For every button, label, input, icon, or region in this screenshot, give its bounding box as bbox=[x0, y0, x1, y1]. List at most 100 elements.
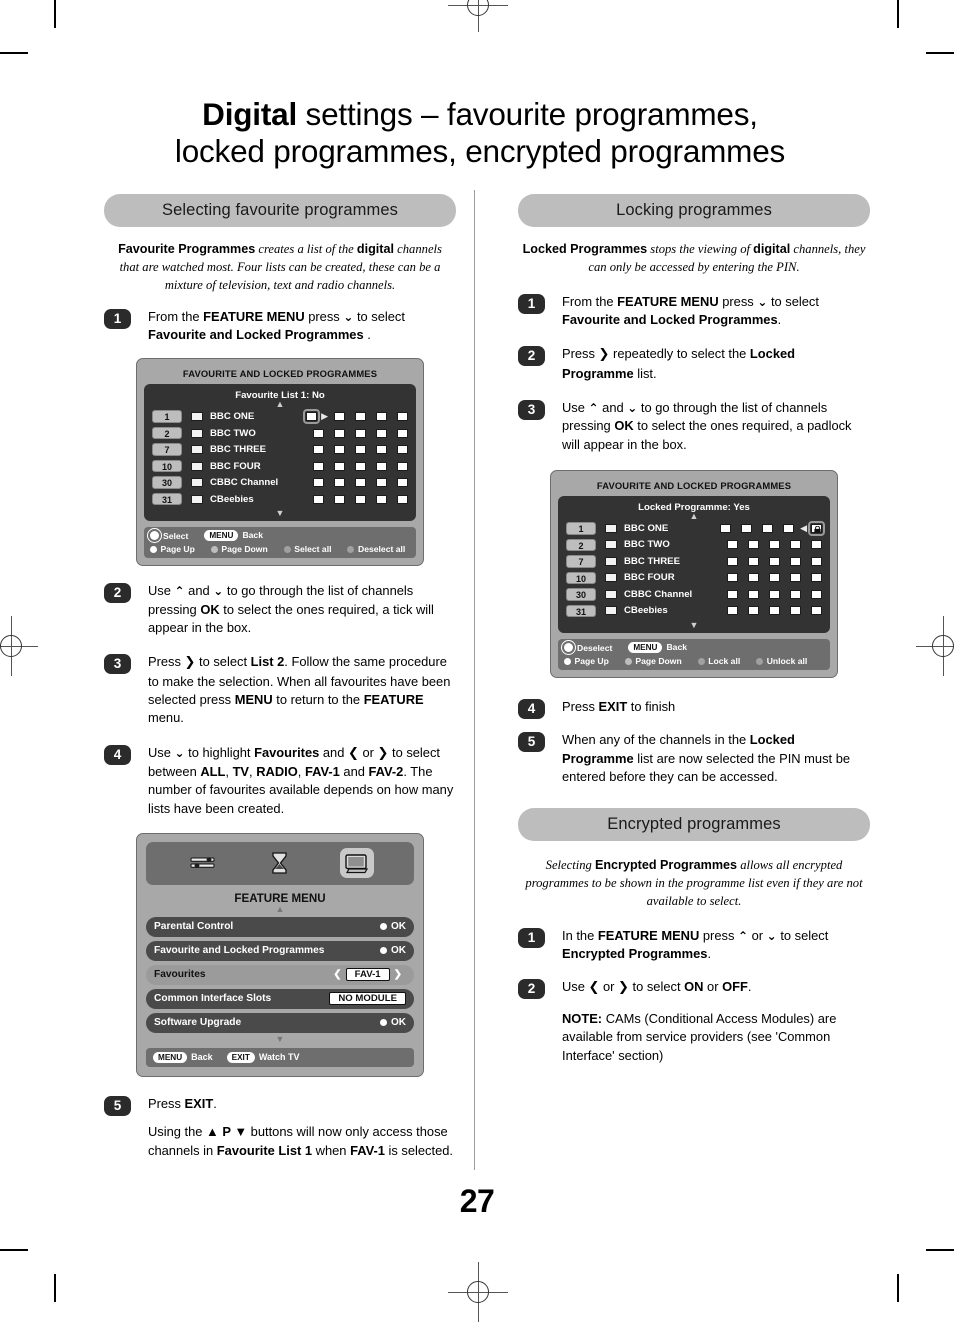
checkbox-list-1-selected[interactable] bbox=[303, 409, 321, 424]
locked-list-checkboxes[interactable] bbox=[727, 606, 822, 616]
checkbox-list-4[interactable] bbox=[790, 573, 801, 583]
footer-page-up[interactable]: Page Up bbox=[564, 656, 609, 666]
footer-menu-action[interactable]: MENU Back bbox=[628, 642, 687, 654]
table-row[interactable]: 10 BBC FOUR bbox=[152, 458, 408, 475]
checkbox-list-3[interactable] bbox=[355, 412, 366, 421]
checkbox-list-3[interactable] bbox=[769, 606, 780, 616]
checkbox-list-2[interactable] bbox=[748, 556, 759, 566]
checkbox-list-2[interactable] bbox=[741, 523, 753, 533]
checkbox-list-2[interactable] bbox=[334, 478, 345, 487]
checkbox-list-3[interactable] bbox=[355, 494, 366, 504]
favourite-list-checkboxes[interactable]: ▶ bbox=[303, 409, 408, 424]
checkbox-list-4[interactable] bbox=[376, 412, 387, 421]
checkbox-list-3[interactable] bbox=[355, 478, 366, 487]
footer-action-2[interactable]: Unlock all bbox=[756, 656, 807, 666]
checkbox-list-5[interactable] bbox=[811, 606, 822, 616]
favourite-list-checkboxes[interactable] bbox=[313, 461, 408, 471]
table-row[interactable]: 30 CBBC Channel bbox=[152, 474, 408, 491]
menu-item-value[interactable]: ❮ FAV-1 ❯ bbox=[329, 968, 406, 982]
footer-select-action[interactable]: Select bbox=[150, 530, 188, 541]
checkbox-list-4[interactable] bbox=[376, 445, 387, 454]
sliders-icon[interactable] bbox=[186, 848, 220, 878]
table-row[interactable]: 10 BBC FOUR bbox=[566, 570, 822, 587]
television-icon[interactable] bbox=[340, 848, 375, 879]
checkbox-list-3[interactable] bbox=[769, 556, 780, 566]
checkbox-list-3[interactable] bbox=[769, 589, 780, 599]
locked-list-checkboxes[interactable] bbox=[727, 589, 822, 599]
checkbox-list-2[interactable] bbox=[748, 589, 759, 599]
footer-action-1[interactable]: Lock all bbox=[697, 656, 740, 666]
checkbox-list-2[interactable] bbox=[334, 428, 345, 438]
checkbox-list-4[interactable] bbox=[376, 478, 387, 487]
checkbox-list-1[interactable] bbox=[727, 556, 738, 566]
checkbox-list-2[interactable] bbox=[334, 494, 345, 504]
menu-item-common-interface-slots[interactable]: Common Interface Slots NO MODULE bbox=[146, 988, 414, 1009]
table-row[interactable]: 2 BBC TWO bbox=[566, 537, 822, 554]
checkbox-list-5[interactable] bbox=[397, 412, 408, 421]
checkbox-list-1[interactable] bbox=[313, 461, 324, 471]
checkbox-list-5[interactable] bbox=[397, 478, 408, 487]
checkbox-list-2[interactable] bbox=[334, 445, 345, 454]
footer-menu-action[interactable]: MENU Back bbox=[204, 530, 263, 542]
checkbox-list-4[interactable] bbox=[376, 461, 387, 471]
table-row[interactable]: 1 BBC ONE ▶ bbox=[152, 408, 408, 425]
table-row[interactable]: 2 BBC TWO bbox=[152, 425, 408, 442]
menu-item-favourite-and-locked-programmes[interactable]: Favourite and Locked Programmes OK bbox=[146, 940, 414, 961]
locked-list-checkboxes[interactable] bbox=[727, 556, 822, 566]
checkbox-list-5[interactable] bbox=[811, 556, 822, 566]
footer-page-down[interactable]: Page Down bbox=[624, 656, 682, 666]
favourite-list-checkboxes[interactable] bbox=[313, 478, 408, 487]
table-row[interactable]: 1 BBC ONE ◀ bbox=[566, 520, 825, 537]
checkbox-list-3[interactable] bbox=[355, 445, 366, 454]
checkbox-list-1[interactable] bbox=[313, 478, 324, 487]
checkbox-list-3[interactable] bbox=[355, 461, 366, 471]
checkbox-list-4[interactable] bbox=[790, 606, 801, 616]
checkbox-list-5[interactable] bbox=[397, 445, 408, 454]
footer-page-up[interactable]: Page Up bbox=[150, 544, 195, 554]
footer-deselect-action[interactable]: Deselect bbox=[564, 642, 612, 653]
footer-action-2[interactable]: Deselect all bbox=[347, 544, 405, 554]
chevron-left-icon[interactable]: ❮ bbox=[333, 969, 341, 980]
checkbox-list-2[interactable] bbox=[748, 573, 759, 583]
checkbox-list-1[interactable] bbox=[727, 573, 738, 583]
table-row[interactable]: 31 CBeebies bbox=[566, 603, 822, 620]
checkbox-list-1[interactable] bbox=[313, 494, 324, 504]
checkbox-list-1[interactable] bbox=[727, 606, 738, 616]
footer-action-1[interactable]: Select all bbox=[283, 544, 331, 554]
favourite-list-checkboxes[interactable] bbox=[313, 494, 408, 504]
checkbox-list-5[interactable] bbox=[397, 428, 408, 438]
checkbox-list-2[interactable] bbox=[334, 412, 345, 421]
footer-page-down[interactable]: Page Down bbox=[210, 544, 268, 554]
checkbox-list-4[interactable] bbox=[790, 556, 801, 566]
checkbox-list-2[interactable] bbox=[748, 606, 759, 616]
checkbox-list-5[interactable] bbox=[397, 494, 408, 504]
checkbox-list-4[interactable] bbox=[376, 494, 387, 504]
table-row[interactable]: 7 BBC THREE bbox=[566, 553, 822, 570]
locked-list-checkboxes[interactable] bbox=[727, 540, 822, 550]
checkbox-list-3[interactable] bbox=[769, 540, 780, 550]
checkbox-list-3[interactable] bbox=[769, 573, 780, 583]
table-row[interactable]: 31 CBeebies bbox=[152, 491, 408, 508]
table-row[interactable]: 7 BBC THREE bbox=[152, 441, 408, 458]
menu-item-parental-control[interactable]: Parental Control OK bbox=[146, 916, 414, 937]
checkbox-list-4[interactable] bbox=[790, 540, 801, 550]
checkbox-list-5[interactable] bbox=[811, 589, 822, 599]
checkbox-list-4[interactable] bbox=[376, 428, 387, 438]
checkbox-list-1[interactable] bbox=[313, 428, 324, 438]
locked-list-checkboxes[interactable]: ◀ bbox=[720, 520, 825, 536]
checkbox-list-5[interactable] bbox=[811, 540, 822, 550]
favourite-list-checkboxes[interactable] bbox=[313, 428, 408, 438]
chevron-right-icon[interactable]: ❯ bbox=[394, 969, 402, 980]
checkbox-list-5[interactable] bbox=[811, 573, 822, 583]
menu-item-favourites[interactable]: Favourites ❮ FAV-1 ❯ bbox=[146, 964, 414, 985]
checkbox-list-2[interactable] bbox=[334, 461, 345, 471]
checkbox-list-3[interactable] bbox=[762, 523, 774, 533]
checkbox-list-4[interactable] bbox=[783, 523, 795, 533]
checkbox-list-1[interactable] bbox=[720, 523, 732, 533]
checkbox-list-1[interactable] bbox=[313, 445, 324, 454]
checkbox-list-2[interactable] bbox=[748, 540, 759, 550]
favourite-list-checkboxes[interactable] bbox=[313, 445, 408, 454]
hourglass-icon[interactable] bbox=[263, 848, 297, 878]
menu-item-software-upgrade[interactable]: Software Upgrade OK bbox=[146, 1012, 414, 1033]
checkbox-list-1[interactable] bbox=[727, 540, 738, 550]
